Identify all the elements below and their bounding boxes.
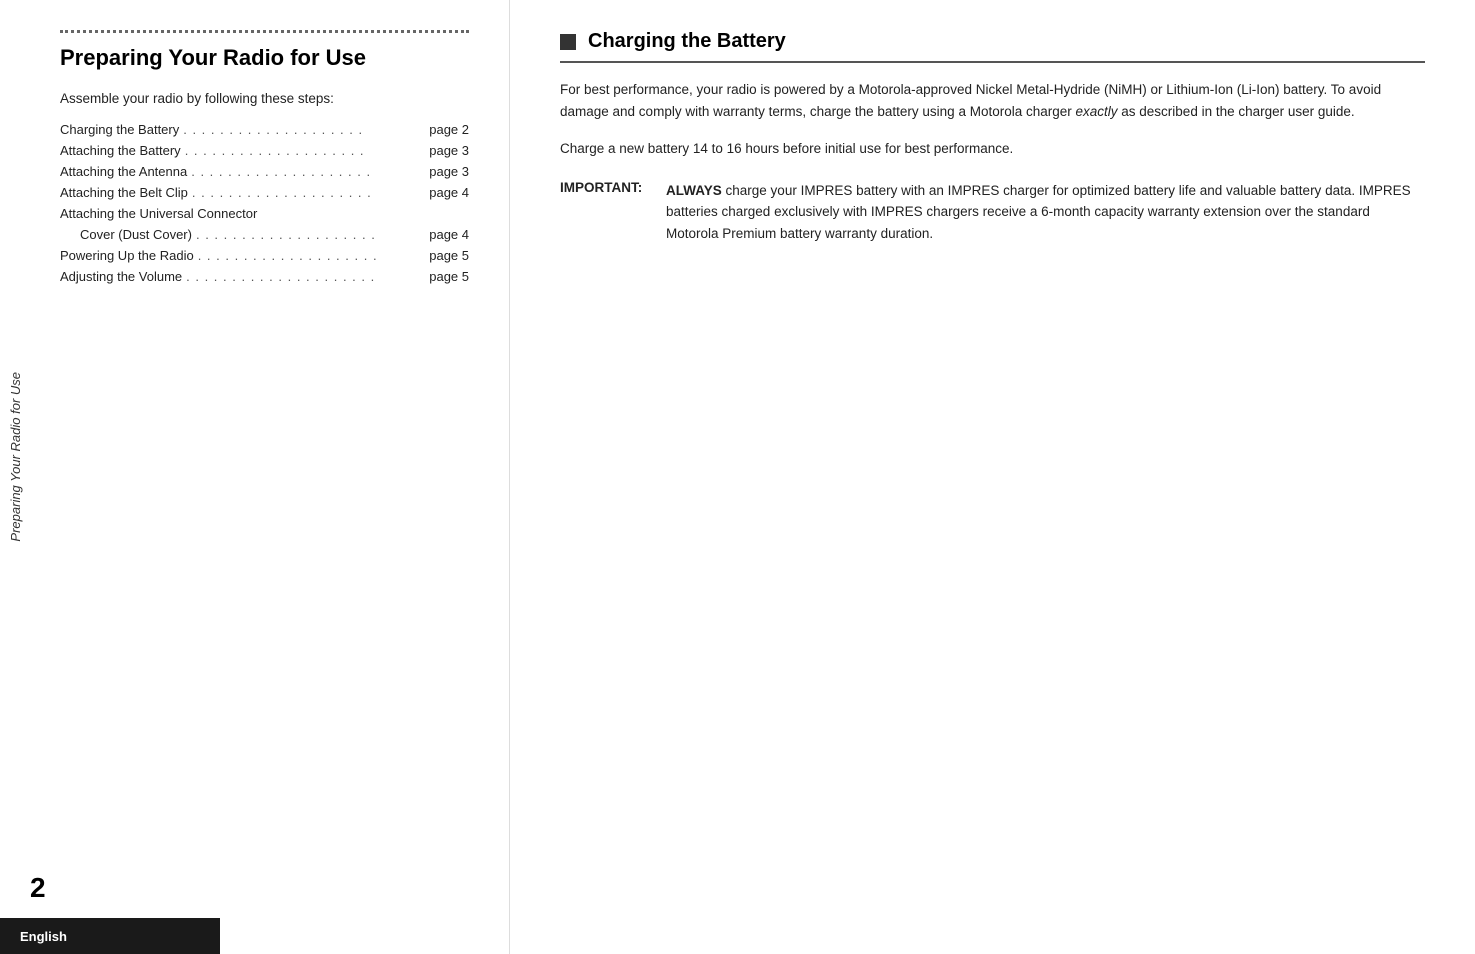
toc-item-attaching-battery: Attaching the Battery . . . . . . . . . … xyxy=(60,143,469,158)
right-paragraph-1: For best performance, your radio is powe… xyxy=(560,79,1425,122)
toc-item-charging-battery: Charging the Battery . . . . . . . . . .… xyxy=(60,122,469,137)
toc-label-6: Powering Up the Radio xyxy=(60,248,194,263)
section-header: Charging the Battery xyxy=(560,30,1425,63)
toc-label-3: Attaching the Belt Clip xyxy=(60,185,188,200)
important-bold-text: ALWAYS xyxy=(666,183,722,198)
left-heading: Preparing Your Radio for Use xyxy=(60,45,469,71)
toc-item-attaching-antenna: Attaching the Antenna . . . . . . . . . … xyxy=(60,164,469,179)
toc-page-1: page 3 xyxy=(429,143,469,158)
toc-dots-3: . . . . . . . . . . . . . . . . . . . . xyxy=(192,185,425,200)
sidebar-vertical-label: Preparing Your Radio for Use xyxy=(0,0,30,914)
section-icon xyxy=(560,34,576,50)
toc-item-universal-connector-header: Attaching the Universal Connector xyxy=(60,206,469,221)
italic-word: exactly xyxy=(1076,104,1118,119)
important-block: IMPORTANT: ALWAYS charge your IMPRES bat… xyxy=(560,180,1425,245)
toc-page-7: page 5 xyxy=(429,269,469,284)
important-content: ALWAYS charge your IMPRES battery with a… xyxy=(666,180,1425,245)
toc-page-5: page 4 xyxy=(429,227,469,242)
toc-label-4: Attaching the Universal Connector xyxy=(60,206,257,221)
toc-item-volume: Adjusting the Volume . . . . . . . . . .… xyxy=(60,269,469,284)
right-paragraph-2: Charge a new battery 14 to 16 hours befo… xyxy=(560,138,1425,160)
toc-label-1: Attaching the Battery xyxy=(60,143,181,158)
toc-label-0: Charging the Battery xyxy=(60,122,179,137)
toc-dots-5: . . . . . . . . . . . . . . . . . . . . xyxy=(196,227,425,242)
toc-dots-7: . . . . . . . . . . . . . . . . . . . . … xyxy=(186,269,425,284)
sidebar-label-text: Preparing Your Radio for Use xyxy=(8,372,23,542)
right-heading: Charging the Battery xyxy=(588,30,786,53)
important-body-text: charge your IMPRES battery with an IMPRE… xyxy=(666,183,1411,241)
right-column: Charging the Battery For best performanc… xyxy=(510,0,1475,954)
toc-item-belt-clip: Attaching the Belt Clip . . . . . . . . … xyxy=(60,185,469,200)
toc-dots-6: . . . . . . . . . . . . . . . . . . . . xyxy=(198,248,426,263)
toc-page-0: page 2 xyxy=(429,122,469,137)
dotted-divider xyxy=(60,30,469,33)
toc-list: Charging the Battery . . . . . . . . . .… xyxy=(60,122,469,284)
main-content: Preparing Your Radio for Use Assemble yo… xyxy=(30,0,1475,954)
toc-page-3: page 4 xyxy=(429,185,469,200)
left-column: Preparing Your Radio for Use Assemble yo… xyxy=(30,0,510,954)
toc-page-6: page 5 xyxy=(429,248,469,263)
toc-label-5: Cover (Dust Cover) xyxy=(80,227,192,242)
important-label: IMPORTANT: xyxy=(560,180,650,245)
toc-dots-2: . . . . . . . . . . . . . . . . . . . . xyxy=(191,164,425,179)
toc-dots-1: . . . . . . . . . . . . . . . . . . . . xyxy=(185,143,426,158)
toc-label-2: Attaching the Antenna xyxy=(60,164,187,179)
toc-item-powering-up: Powering Up the Radio . . . . . . . . . … xyxy=(60,248,469,263)
intro-text: Assemble your radio by following these s… xyxy=(60,91,469,106)
toc-item-dust-cover: Cover (Dust Cover) . . . . . . . . . . .… xyxy=(60,227,469,242)
toc-label-7: Adjusting the Volume xyxy=(60,269,182,284)
toc-dots-0: . . . . . . . . . . . . . . . . . . . . xyxy=(183,122,425,137)
toc-page-2: page 3 xyxy=(429,164,469,179)
